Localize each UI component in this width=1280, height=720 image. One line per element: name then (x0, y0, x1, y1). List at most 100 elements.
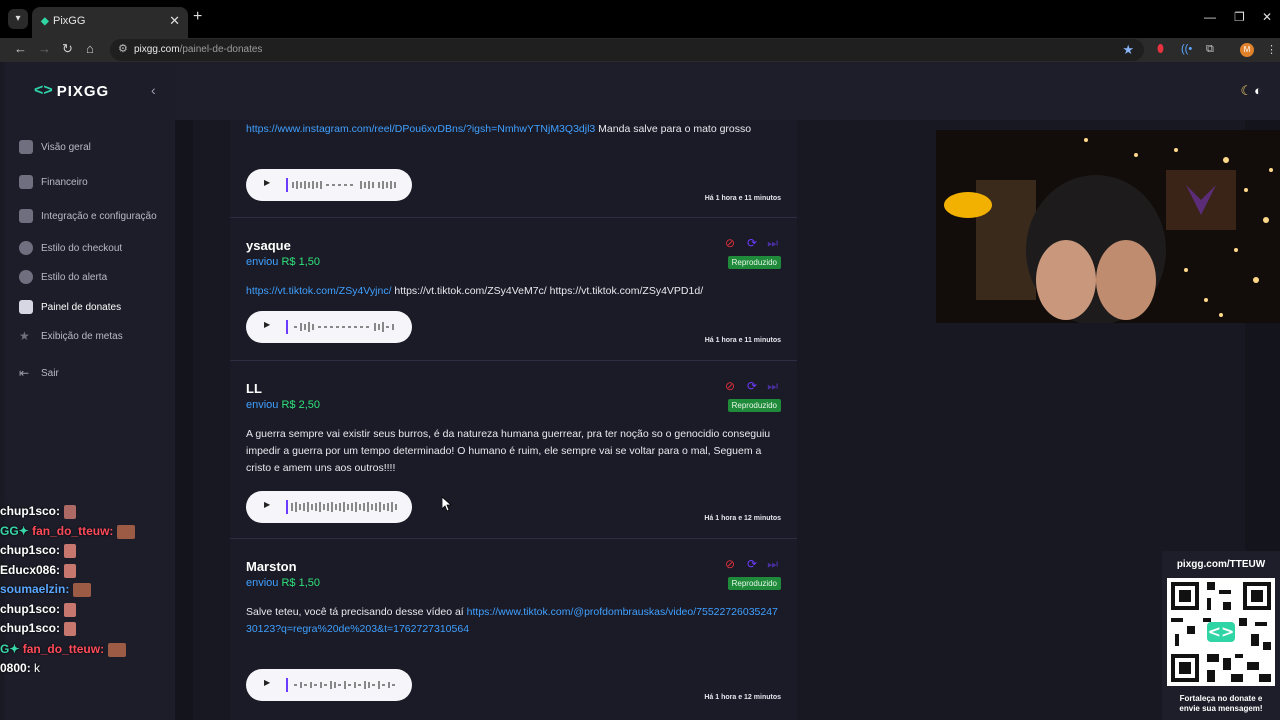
chat-username: Educx086: (0, 563, 61, 577)
site-info-icon[interactable]: ⚙ (118, 42, 128, 55)
message-text: Salve teteu, você tá precisando desse ví… (246, 606, 467, 618)
donation-message: Salve teteu, você tá precisando desse ví… (246, 604, 781, 638)
screen: ▾ ◆ PixGG ✕ + — ❐ ✕ ← → ↻ ⌂ ⚙ pixgg.com/… (0, 0, 1280, 720)
donate-icon (19, 300, 33, 314)
donation-card: Marston enviou R$ 1,50 ⊘ ⟳ ⏭ Reproduzido… (230, 539, 797, 720)
cat-emote-icon (117, 524, 136, 539)
sidebar-item-visao-geral[interactable]: Visão geral (19, 140, 91, 154)
mouse-cursor-icon (442, 497, 452, 511)
audio-player[interactable]: ▶ (246, 491, 412, 523)
browser-menu-icon[interactable]: ⋮ (1266, 43, 1277, 56)
bookmark-star-icon[interactable]: ★ (1122, 42, 1134, 58)
home-icon (19, 140, 33, 154)
status-badge: Reproduzido (727, 577, 781, 590)
status-badge: Reproduzido (727, 256, 781, 269)
donations-feed: https://www.instagram.com/reel/DPou6xvDB… (230, 120, 797, 720)
block-icon[interactable]: ⊘ (725, 379, 735, 393)
sent-label: enviou (246, 399, 279, 411)
audio-player[interactable]: ▶ (246, 311, 412, 343)
close-tab-icon[interactable]: ✕ (169, 13, 180, 29)
back-button[interactable]: ← (14, 41, 27, 56)
settings-icon (19, 209, 33, 223)
sidebar-item-estilo-alerta[interactable]: Estilo do alerta (19, 270, 107, 284)
chat-message: 0800: k (0, 661, 40, 675)
replay-icon[interactable]: ⟳ (747, 236, 757, 250)
wallet-icon (19, 175, 33, 189)
minimize-button[interactable]: — (1204, 10, 1216, 24)
donation-time: Há 1 hora e 12 minutos (704, 515, 781, 522)
sidebar-item-painel-donates[interactable]: Painel de donates (19, 300, 121, 314)
sidebar-item-label: Estilo do checkout (41, 242, 123, 254)
extensions-puzzle-icon[interactable]: ⧉ (1206, 43, 1214, 56)
qr-url-label: pixgg.com/TTEUW (1176, 559, 1266, 570)
reload-button[interactable]: ↻ (62, 41, 73, 57)
browser-toolbar: ← → ↻ ⌂ ⚙ pixgg.com/painel-de-donates ★ … (0, 38, 1280, 62)
theme-toggle[interactable]: ☾ ◐ (1240, 83, 1262, 99)
play-icon[interactable]: ▶ (264, 178, 270, 187)
skip-icon[interactable]: ⏭ (767, 236, 778, 251)
chat-username: soumaelzin: (0, 582, 70, 596)
sent-label: enviou (246, 577, 279, 589)
replay-icon[interactable]: ⟳ (747, 557, 757, 571)
play-icon[interactable]: ▶ (264, 500, 270, 509)
home-button[interactable]: ⌂ (86, 41, 94, 56)
donation-amount: R$ 1,50 (281, 577, 321, 589)
audio-player[interactable]: ▶ (246, 669, 412, 701)
sidebar-item-label: Visão geral (41, 141, 91, 153)
waveform (286, 178, 396, 192)
chat-message: GG✦ fan_do_tteuw: (0, 524, 136, 539)
hand-emote-icon (64, 621, 77, 636)
block-icon[interactable]: ⊘ (725, 236, 735, 250)
sidebar-item-estilo-checkout[interactable]: Estilo do checkout (19, 241, 122, 255)
chat-message: chup1sco: (0, 602, 77, 617)
sidebar-item-label: Integração e configuração (41, 210, 157, 222)
forward-button[interactable]: → (38, 41, 51, 56)
webcam-overlay (936, 130, 1280, 323)
sidebar-item-exibicao-metas[interactable]: ★ Exibição de metas (19, 329, 123, 343)
waveform (286, 678, 395, 692)
donation-card: LL enviou R$ 2,50 ⊘ ⟳ ⏭ Reproduzido A gu… (230, 361, 797, 539)
collapse-sidebar-icon[interactable]: ‹ (151, 82, 156, 98)
message-text: https://vt.tiktok.com/ZSy4VeM7c/ https:/… (391, 285, 704, 297)
top-bar: ☾ ◐ (175, 62, 1280, 120)
qr-panel: pixgg.com/TTEUW <> Fortaleça no donate e… (1162, 551, 1280, 720)
browser-tab[interactable]: ◆ PixGG ✕ (32, 7, 188, 38)
pixgg-logo[interactable]: <> PIXGG (34, 82, 109, 100)
status-badge: Reproduzido (727, 399, 781, 412)
donation-link[interactable]: https://vt.tiktok.com/ZSy4Vyjnc/ (246, 285, 392, 297)
audio-player[interactable]: ▶ (246, 169, 412, 201)
tab-search-button[interactable]: ▾ (8, 9, 28, 29)
skip-icon[interactable]: ⏭ (767, 379, 778, 394)
message-text: A guerra sempre vai existir seus burros,… (246, 428, 771, 474)
play-icon[interactable]: ▶ (264, 320, 270, 329)
donation-card: https://www.instagram.com/reel/DPou6xvDB… (230, 120, 797, 218)
new-tab-button[interactable]: + (193, 8, 202, 26)
block-icon[interactable]: ⊘ (725, 557, 735, 571)
donor-name: ysaque (246, 238, 291, 253)
close-window-button[interactable]: ✕ (1262, 10, 1272, 24)
chat-text: k (34, 661, 41, 675)
play-icon[interactable]: ▶ (264, 678, 270, 687)
hand-emote-icon (64, 543, 77, 558)
extension-wave-icon[interactable]: ((• (1181, 43, 1192, 55)
profile-avatar[interactable]: M (1240, 43, 1254, 57)
palette-icon (19, 270, 33, 284)
skip-icon[interactable]: ⏭ (767, 557, 778, 572)
logo-text: PIXGG (56, 82, 110, 100)
stream-chat-overlay: chup1sco: GG✦ fan_do_tteuw: chup1sco: Ed… (0, 500, 180, 720)
restore-button[interactable]: ❐ (1234, 10, 1245, 24)
donation-time: Há 1 hora e 12 minutos (704, 694, 781, 701)
donation-link[interactable]: https://www.instagram.com/reel/DPou6xvDB… (246, 123, 595, 135)
sidebar-item-integracao[interactable]: Integração e configuração (19, 209, 157, 223)
webcam-scene (936, 130, 1280, 323)
donation-message: https://www.instagram.com/reel/DPou6xvDB… (246, 121, 781, 138)
address-bar[interactable]: ⚙ pixgg.com/painel-de-donates ★ (110, 39, 1144, 61)
replay-icon[interactable]: ⟳ (747, 379, 757, 393)
waveform (286, 320, 394, 334)
browser-tabstrip: ▾ ◆ PixGG ✕ + — ❐ ✕ (0, 0, 1280, 38)
sidebar-item-sair[interactable]: ⇤ Sair (19, 366, 59, 380)
sidebar-item-financeiro[interactable]: Financeiro (19, 175, 88, 189)
donation-amount: R$ 1,50 (281, 256, 321, 268)
extension-icon[interactable]: ⬮ (1157, 43, 1164, 56)
donation-amount-line: enviou R$ 2,50 (246, 399, 320, 411)
